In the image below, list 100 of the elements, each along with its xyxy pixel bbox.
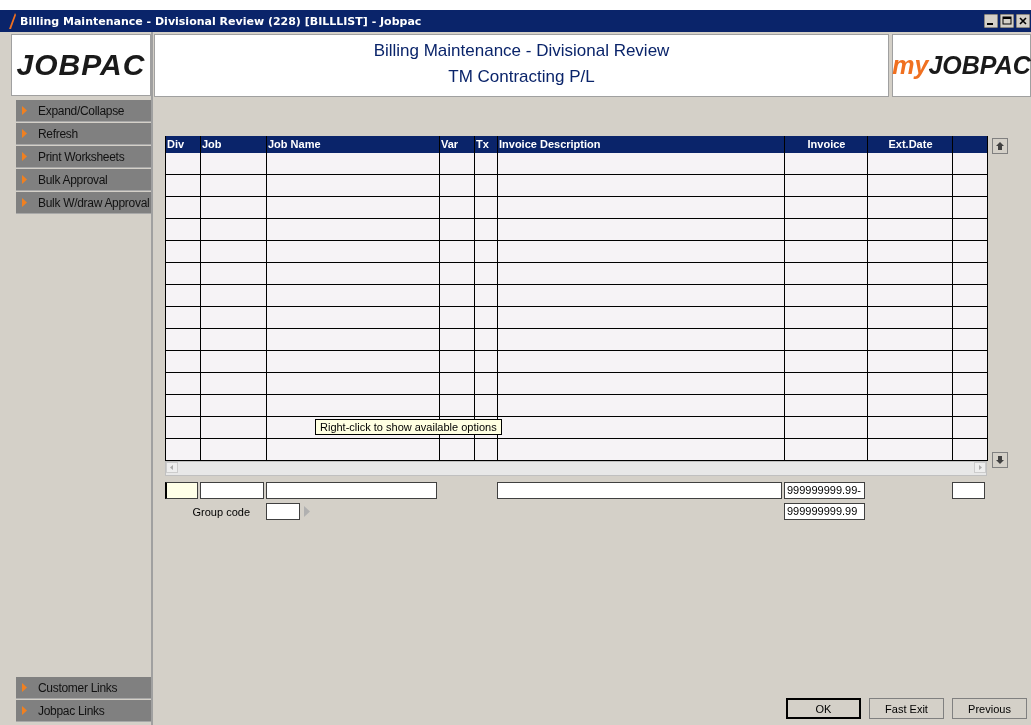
maximize-icon[interactable] — [1000, 14, 1014, 28]
input-field[interactable]: 999999999.99- — [784, 482, 865, 499]
table-cell — [440, 439, 475, 461]
dialog-button[interactable]: Previous — [952, 698, 1027, 719]
table-cell — [953, 373, 988, 395]
table-cell — [201, 263, 267, 285]
table-cell — [953, 439, 988, 461]
dialog-button[interactable]: OK — [786, 698, 861, 719]
input-field[interactable] — [200, 482, 264, 499]
sidebar-item[interactable]: Refresh — [16, 123, 151, 145]
table-cell — [201, 329, 267, 351]
table-cell — [953, 153, 988, 175]
table-cell — [475, 329, 498, 351]
table-cell — [440, 197, 475, 219]
tooltip: Right-click to show available options — [315, 419, 502, 435]
close-icon[interactable] — [1016, 14, 1030, 28]
sidebar-item[interactable]: Print Worksheets — [16, 146, 151, 168]
sidebar-item[interactable]: Expand/Collapse — [16, 100, 151, 122]
triangle-icon — [22, 683, 27, 692]
minimize-icon[interactable] — [984, 14, 998, 28]
table-cell — [953, 351, 988, 373]
column-header: Invoice — [785, 136, 868, 153]
table-cell — [953, 395, 988, 417]
table-cell — [440, 395, 475, 417]
triangle-icon — [22, 198, 27, 207]
column-header: Job — [201, 136, 267, 153]
table-cell — [440, 241, 475, 263]
table-cell — [440, 263, 475, 285]
table-cell — [475, 219, 498, 241]
triangle-icon — [22, 175, 27, 184]
field-label: Group code — [191, 505, 251, 518]
table-cell — [440, 351, 475, 373]
triangle-icon — [22, 106, 27, 115]
table-cell — [201, 153, 267, 175]
column-header — [953, 136, 988, 153]
column-header: Div — [166, 136, 201, 153]
input-field[interactable] — [165, 482, 198, 499]
table-cell — [475, 197, 498, 219]
sidebar-item[interactable]: Customer Links — [16, 677, 151, 699]
column-header: Var — [440, 136, 475, 153]
company-name: TM Contracting P/L — [448, 67, 595, 87]
table-cell — [953, 285, 988, 307]
column-header: Ext.Date — [868, 136, 953, 153]
page-title: Billing Maintenance - Divisional Review — [373, 41, 670, 61]
total-field: 999999999.99 — [784, 503, 865, 520]
table-cell — [475, 241, 498, 263]
table-cell — [201, 395, 267, 417]
scroll-up-button[interactable] — [992, 138, 1008, 154]
input-field[interactable] — [952, 482, 985, 499]
jobpac-logo: JOBPAC — [11, 34, 151, 96]
sidebar-item[interactable]: Jobpac Links — [16, 700, 151, 722]
table-cell — [953, 219, 988, 241]
sidebar-item[interactable]: Bulk W/draw Approval — [16, 192, 151, 214]
table-cell — [953, 307, 988, 329]
table-cell — [953, 417, 988, 439]
table-cell — [475, 285, 498, 307]
table-cell — [201, 197, 267, 219]
table-cell — [475, 153, 498, 175]
column-header: Job Name — [267, 136, 440, 153]
table-cell — [475, 351, 498, 373]
dialog-button[interactable]: Fast Exit — [869, 698, 944, 719]
table-cell — [440, 219, 475, 241]
app-icon — [8, 13, 16, 29]
table-cell — [201, 219, 267, 241]
triangle-icon — [22, 129, 27, 138]
scroll-down-button[interactable] — [992, 452, 1008, 468]
table-cell — [953, 175, 988, 197]
table-cell — [440, 307, 475, 329]
table-cell — [475, 175, 498, 197]
group-code-field[interactable] — [266, 503, 300, 520]
myjobpac-logo: myJOBPAC — [892, 34, 1031, 97]
table-cell — [475, 439, 498, 461]
input-field[interactable] — [497, 482, 782, 499]
column-header: Invoice Description — [498, 136, 785, 153]
table-cell — [953, 263, 988, 285]
table-cell — [440, 373, 475, 395]
table-cell — [201, 439, 267, 461]
table-cell — [440, 175, 475, 197]
table-cell — [201, 351, 267, 373]
table-cell — [953, 329, 988, 351]
table-cell — [201, 417, 267, 439]
window-title: Billing Maintenance - Divisional Review (228) [BILLLIST] - Jobpac — [20, 14, 422, 28]
table-cell — [201, 307, 267, 329]
triangle-icon — [22, 152, 27, 161]
sidebar-item[interactable]: Bulk Approval — [16, 169, 151, 191]
input-field[interactable] — [266, 482, 437, 499]
table-cell — [440, 329, 475, 351]
table-cell — [440, 153, 475, 175]
table-cell — [201, 175, 267, 197]
table-cell — [953, 197, 988, 219]
table-cell — [475, 395, 498, 417]
table-cell — [201, 241, 267, 263]
table-cell — [953, 241, 988, 263]
table-cell — [201, 285, 267, 307]
table-cell — [440, 285, 475, 307]
column-header: Tx — [475, 136, 498, 153]
table-cell — [201, 373, 267, 395]
table-cell — [475, 307, 498, 329]
triangle-icon — [22, 706, 27, 715]
table-cell — [475, 263, 498, 285]
